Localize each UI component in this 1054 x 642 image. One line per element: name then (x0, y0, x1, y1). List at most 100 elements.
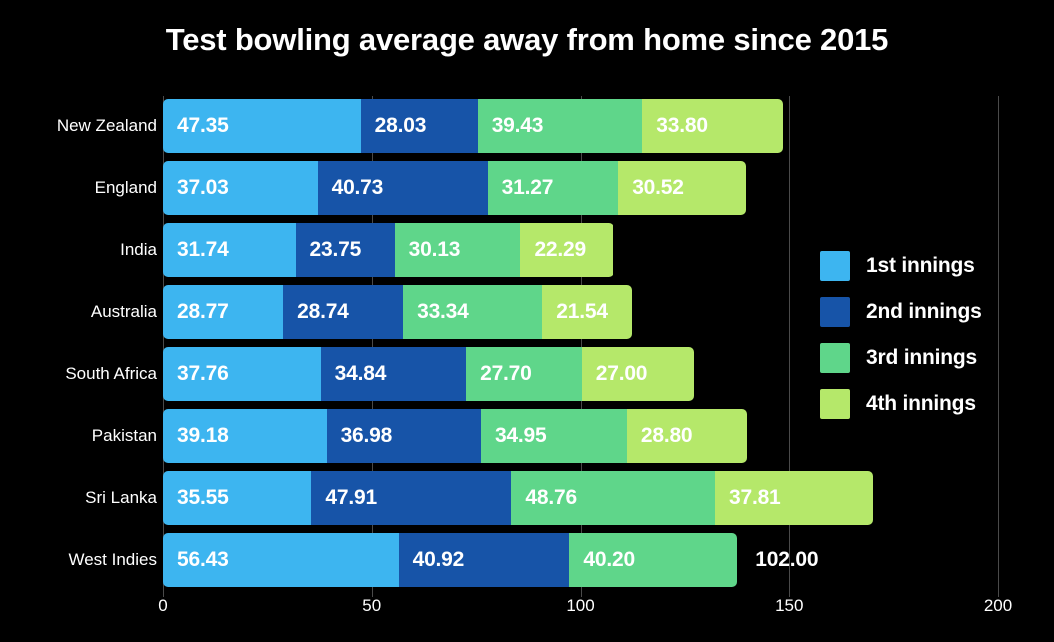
legend-swatch (820, 343, 850, 373)
bar-value-label: 28.77 (177, 300, 229, 323)
bar-segment[interactable]: 22.29 (520, 223, 614, 277)
stacked-bar[interactable]: 37.76 34.84 27.70 27.00 (163, 347, 695, 401)
bar-segment[interactable]: 47.91 (311, 471, 512, 525)
y-axis-category-labels: New Zealand England India Australia South Af… (0, 96, 157, 592)
stacked-bar[interactable]: 39.18 36.98 34.95 28.80 (163, 409, 748, 463)
bar-segment[interactable]: 40.92 (398, 533, 570, 587)
bar-value-label: 28.03 (374, 114, 427, 137)
y-axis-label: Australia (90, 302, 157, 321)
x-axis: 0 50 100 150 200 (158, 592, 1012, 632)
x-axis-tick-label: 100 (566, 596, 595, 615)
bar-value-label: 33.34 (417, 300, 469, 323)
legend-swatch (820, 251, 850, 281)
bar-value-label: 23.75 (309, 238, 362, 261)
bar-value-label: 34.84 (334, 362, 387, 385)
y-axis-label: Pakistan (91, 426, 157, 445)
bar-row: 56.43 40.92 40.20 102.00 (163, 533, 998, 587)
stacked-bar[interactable]: 47.35 28.03 39.43 33.80 (163, 99, 784, 153)
bar-value-label: 30.52 (632, 176, 684, 199)
chart-legend: 1st innings 2nd innings 3rd innings 4th inn… (820, 243, 1040, 427)
bar-segment[interactable]: 30.52 (618, 161, 746, 215)
bar-segment[interactable]: 35.55 (163, 471, 312, 525)
stacked-bar[interactable]: 37.03 40.73 31.27 30.52 (163, 161, 746, 215)
bar-segment[interactable]: 39.18 (163, 409, 327, 463)
bar-value-label: 56.43 (177, 548, 229, 571)
bar-segment[interactable]: 28.74 (283, 285, 404, 339)
bar-segment[interactable]: 27.00 (581, 347, 695, 401)
bar-value-label: 33.80 (656, 114, 708, 137)
bar-segment[interactable]: 31.74 (163, 223, 296, 277)
legend-swatch (820, 297, 850, 327)
bar-value-label: 40.92 (412, 548, 465, 571)
bar-row: 35.55 47.91 48.76 37.81 (163, 471, 998, 525)
bar-value-label: 47.91 (325, 486, 377, 509)
bar-segment[interactable]: 47.35 (163, 99, 361, 153)
bar-value-label: 31.74 (177, 238, 229, 261)
bar-segment[interactable]: 36.98 (326, 409, 481, 463)
bar-value-label: 31.27 (501, 176, 554, 199)
stacked-bar[interactable]: 28.77 28.74 33.34 21.54 (163, 285, 633, 339)
bar-value-label: 47.35 (177, 114, 229, 137)
bar-row: 37.03 40.73 31.27 30.52 (163, 161, 998, 215)
bar-value-label: 27.70 (480, 362, 532, 385)
bar-segment[interactable]: 39.43 (477, 99, 643, 153)
chart-title: Test bowling average away from home sinc… (165, 22, 889, 57)
bar-segment[interactable]: 28.80 (626, 409, 748, 463)
bar-value-label: 30.13 (408, 238, 461, 261)
bar-segment[interactable]: 56.43 (163, 533, 399, 587)
bar-segment[interactable]: 33.80 (642, 99, 784, 153)
bar-segment[interactable]: 21.54 (542, 285, 633, 339)
bar-segment[interactable]: 31.27 (487, 161, 619, 215)
bar-value-label: 36.98 (340, 424, 393, 447)
bar-value-label: 37.81 (728, 486, 781, 509)
bar-segment[interactable]: 37.76 (163, 347, 321, 401)
bar-segment[interactable]: 37.81 (714, 471, 873, 525)
bar-segment[interactable]: 28.03 (360, 99, 478, 153)
bar-value-label: 34.95 (494, 424, 547, 447)
bar-value-label: 40.20 (583, 548, 635, 571)
y-axis-label: India (120, 240, 157, 259)
bar-value-label: 27.00 (595, 362, 648, 385)
legend-swatch (820, 389, 850, 419)
legend-item[interactable]: 1st innings (820, 243, 1040, 289)
y-axis-label: New Zealand (56, 116, 157, 135)
stacked-bar[interactable]: 56.43 40.92 40.20 (163, 533, 738, 587)
bar-segment[interactable]: 34.84 (320, 347, 467, 401)
bar-value-label: 28.74 (297, 300, 349, 323)
bar-segment[interactable]: 40.73 (317, 161, 488, 215)
legend-item[interactable]: 3rd innings (820, 335, 1040, 381)
bar-segment[interactable]: 27.70 (466, 347, 582, 401)
bar-segment[interactable]: 48.76 (511, 471, 715, 525)
bar-value-label: 39.43 (491, 114, 544, 137)
legend-label: 3rd innings (866, 346, 977, 369)
bar-segment[interactable]: 37.03 (163, 161, 318, 215)
legend-label: 2nd innings (866, 300, 982, 323)
bar-value-label: 35.55 (177, 486, 229, 509)
bar-chart: Test bowling average away from home sinc… (0, 0, 1054, 642)
bar-segment[interactable]: 40.20 (569, 533, 738, 587)
bar-value-label: 40.73 (331, 176, 384, 199)
bar-value-label: 21.54 (556, 300, 608, 323)
bar-value-label: 48.76 (525, 486, 577, 509)
bar-segment[interactable]: 33.34 (403, 285, 543, 339)
legend-item[interactable]: 4th innings (820, 381, 1040, 427)
bar-segment[interactable]: 30.13 (394, 223, 521, 277)
bar-value-label: 39.18 (177, 424, 229, 447)
legend-label: 4th innings (866, 392, 976, 415)
bar-segment[interactable]: 28.77 (163, 285, 284, 339)
bar-value-label: 28.80 (640, 424, 693, 447)
bar-row: 47.35 28.03 39.43 33.80 (163, 99, 998, 153)
x-axis-tick-label: 0 (158, 596, 168, 615)
x-axis-tick-label: 150 (775, 596, 804, 615)
bar-value-label: 37.03 (177, 176, 229, 199)
y-axis-label: South Africa (65, 364, 157, 383)
legend-item[interactable]: 2nd innings (820, 289, 1040, 335)
y-axis-label: Sri Lanka (85, 488, 157, 507)
bar-segment[interactable]: 23.75 (295, 223, 395, 277)
x-axis-tick-label: 200 (983, 596, 1013, 615)
legend-label: 1st innings (866, 254, 975, 277)
stacked-bar[interactable]: 31.74 23.75 30.13 22.29 (163, 223, 614, 277)
bar-segment[interactable]: 34.95 (480, 409, 627, 463)
stacked-bar[interactable]: 35.55 47.91 48.76 37.81 (163, 471, 873, 525)
bar-value-label: 22.29 (534, 238, 586, 261)
